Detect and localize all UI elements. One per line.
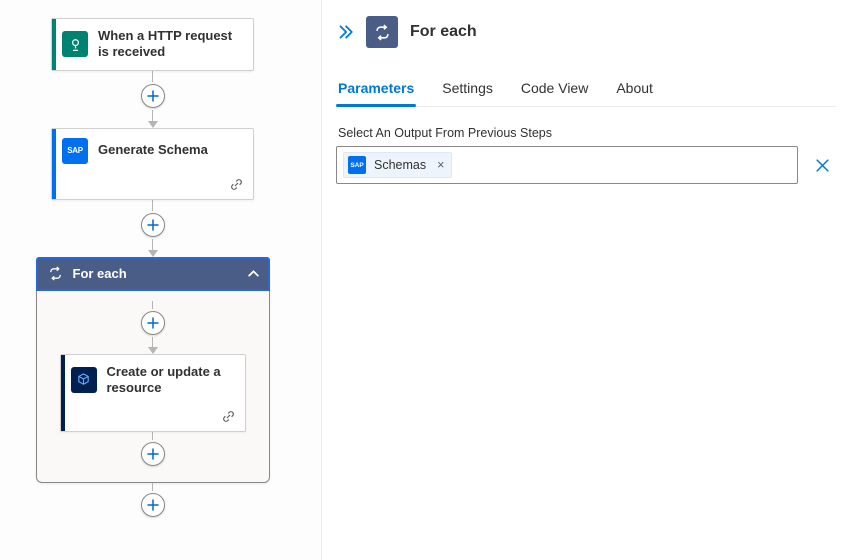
token-label: Schemas (374, 158, 426, 172)
collapse-panel-button[interactable] (336, 23, 354, 41)
details-panel: For each Parameters Settings Code View A… (322, 0, 850, 560)
chevron-up-icon[interactable] (247, 267, 260, 280)
loop-icon (48, 266, 63, 281)
accent-bar (52, 19, 56, 70)
tab-parameters[interactable]: Parameters (338, 74, 414, 106)
workflow-step-generate-schema[interactable]: SAP Generate Schema (51, 128, 254, 200)
step-title: Create or update a resource (107, 364, 235, 397)
foreach-title: For each (73, 266, 127, 281)
accent-bar (61, 355, 65, 432)
token-schemas[interactable]: SAP Schemas × (343, 152, 452, 178)
workflow-step-create-update-resource[interactable]: Create or update a resource (60, 354, 246, 433)
sap-icon: SAP (348, 156, 366, 174)
accent-bar (52, 129, 56, 199)
workflow-canvas: When a HTTP request is received SAP Gene… (0, 0, 322, 560)
output-selection-field[interactable]: SAP Schemas × (336, 146, 798, 184)
step-title: Generate Schema (98, 142, 208, 158)
link-icon (221, 409, 236, 424)
loop-icon (366, 16, 398, 48)
foreach-header[interactable]: For each (36, 257, 270, 291)
workflow-step-http-trigger[interactable]: When a HTTP request is received (51, 18, 254, 71)
add-step-button[interactable] (141, 213, 165, 237)
add-step-button[interactable] (141, 311, 165, 335)
resource-icon (71, 367, 97, 393)
add-step-button[interactable] (141, 84, 165, 108)
tab-code-view[interactable]: Code View (521, 74, 588, 106)
clear-field-button[interactable] (808, 151, 836, 179)
workflow-foreach-container[interactable]: For each Create or update a (36, 257, 270, 484)
panel-title: For each (410, 23, 477, 41)
step-title: When a HTTP request is received (98, 28, 243, 61)
link-icon (229, 177, 244, 192)
add-step-button[interactable] (141, 493, 165, 517)
add-step-button[interactable] (141, 442, 165, 466)
sap-icon: SAP (62, 138, 88, 164)
tab-about[interactable]: About (616, 74, 653, 106)
panel-tabs: Parameters Settings Code View About (338, 74, 836, 107)
tab-settings[interactable]: Settings (442, 74, 493, 106)
output-field-label: Select An Output From Previous Steps (338, 126, 836, 140)
token-remove-button[interactable]: × (434, 158, 444, 172)
http-icon (62, 31, 88, 57)
